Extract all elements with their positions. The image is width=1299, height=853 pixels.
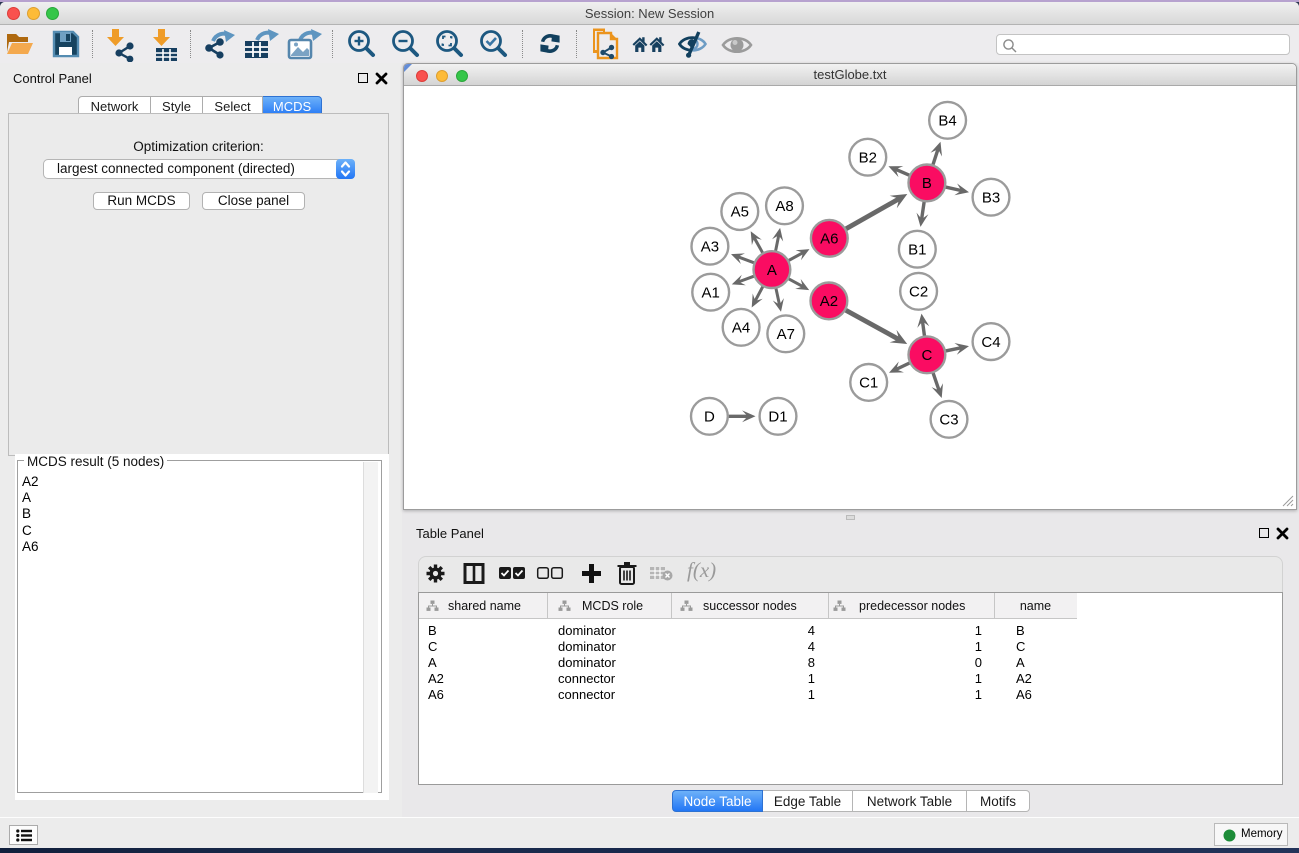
svg-text:A1: A1 <box>702 284 720 301</box>
svg-text:A2: A2 <box>820 293 838 310</box>
svg-text:C1: C1 <box>859 375 878 392</box>
svg-text:D1: D1 <box>768 409 787 426</box>
svg-text:A3: A3 <box>701 238 719 255</box>
svg-text:A6: A6 <box>820 231 838 248</box>
svg-text:B3: B3 <box>982 189 1000 206</box>
svg-text:C: C <box>921 347 932 364</box>
svg-text:A7: A7 <box>777 326 795 343</box>
svg-text:D: D <box>704 409 715 426</box>
svg-text:A8: A8 <box>775 198 793 215</box>
svg-text:C4: C4 <box>981 334 1000 351</box>
svg-text:B4: B4 <box>938 113 956 130</box>
svg-text:B2: B2 <box>859 149 877 166</box>
svg-text:A: A <box>767 262 777 279</box>
svg-text:C2: C2 <box>909 284 928 301</box>
svg-text:A5: A5 <box>731 204 749 221</box>
svg-text:B1: B1 <box>908 241 926 258</box>
svg-text:C3: C3 <box>939 412 958 429</box>
svg-text:A4: A4 <box>732 320 750 337</box>
svg-text:B: B <box>922 175 932 192</box>
